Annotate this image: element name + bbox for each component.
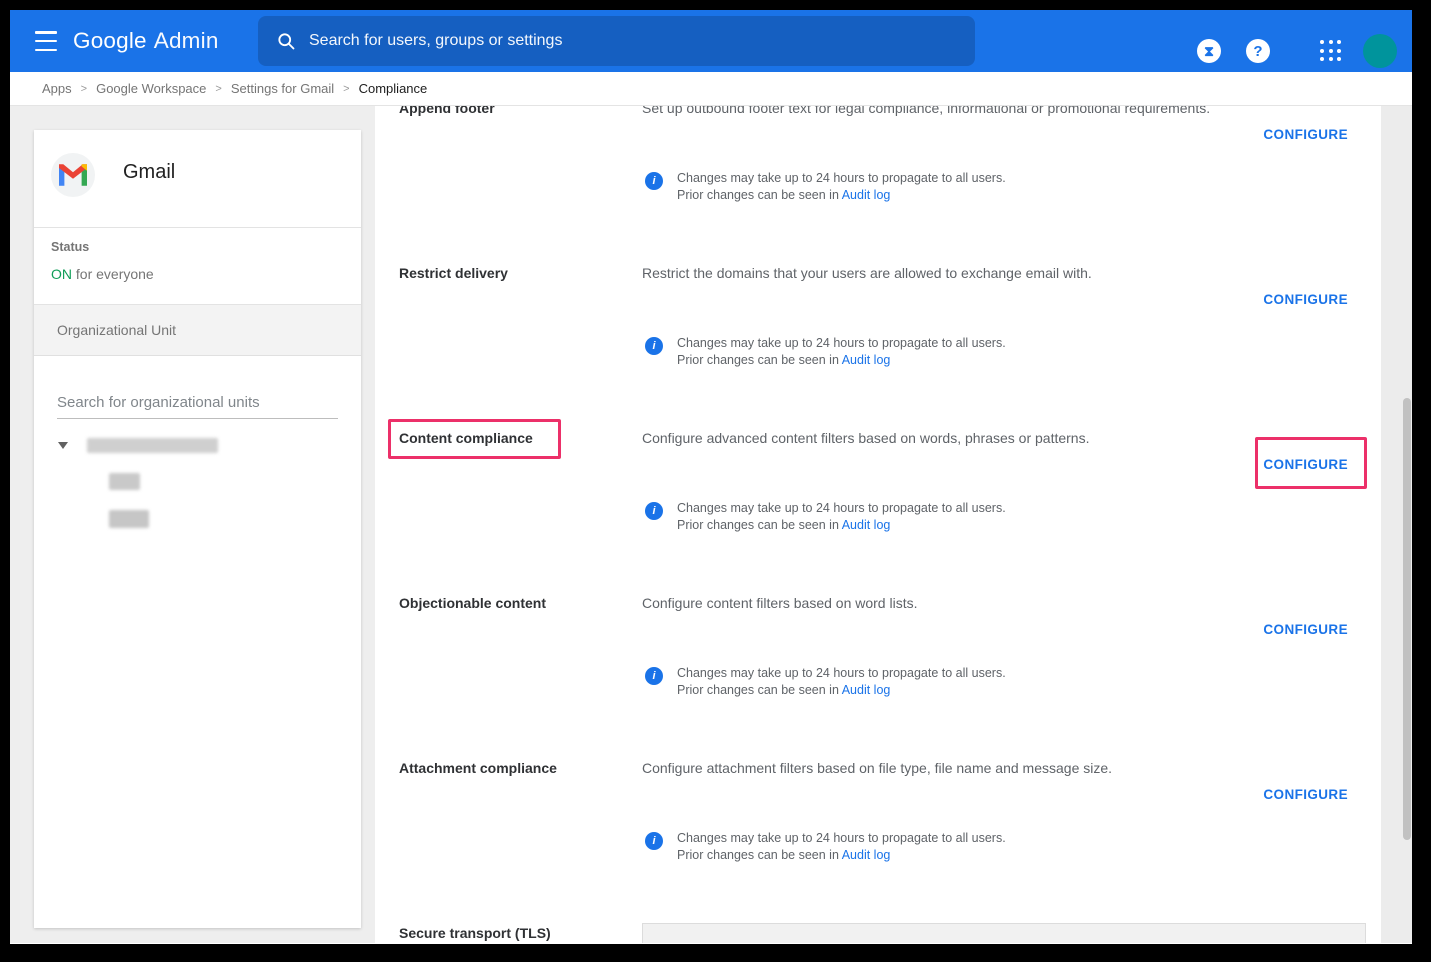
- service-title: Gmail: [123, 161, 175, 184]
- status-label: Status: [51, 240, 89, 254]
- breadcrumb-google-workspace[interactable]: Google Workspace: [96, 81, 206, 96]
- gmail-logo-icon: [51, 153, 95, 197]
- google-admin-logo[interactable]: Google Admin: [73, 10, 219, 72]
- menu-icon[interactable]: [35, 31, 57, 51]
- configure-button[interactable]: CONFIGURE: [1263, 787, 1348, 802]
- global-search-input[interactable]: [309, 32, 929, 50]
- setting-description: Configure advanced content filters based…: [642, 430, 1292, 446]
- configure-button[interactable]: CONFIGURE: [1263, 622, 1348, 637]
- note-line1: Changes may take up to 24 hours to propa…: [677, 500, 1006, 517]
- setting-description: Configure attachment filters based on fi…: [642, 760, 1292, 776]
- note-line2: Prior changes can be seen in Audit log: [677, 847, 1006, 864]
- status-on: ON: [51, 266, 72, 282]
- search-icon: [276, 31, 296, 51]
- chevron-right-icon: >: [343, 83, 349, 95]
- info-icon: i: [645, 667, 663, 685]
- scrollbar-thumb[interactable]: [1403, 398, 1411, 840]
- info-icon: i: [645, 172, 663, 190]
- pending-tasks-icon[interactable]: ⧗: [1197, 39, 1221, 63]
- setting-row: Content compliance Configure advanced co…: [375, 430, 1381, 595]
- setting-label: Secure transport (TLS) compliance: [399, 925, 629, 943]
- compliance-settings-panel: Append footer Set up outbound footer tex…: [375, 106, 1381, 943]
- org-unit-search-input[interactable]: [57, 394, 338, 419]
- org-unit-search: [34, 356, 361, 436]
- propagation-note: i Changes may take up to 24 hours to pro…: [645, 665, 1006, 699]
- help-icon[interactable]: ?: [1246, 39, 1270, 63]
- note-line1: Changes may take up to 24 hours to propa…: [677, 665, 1006, 682]
- setting-row: Secure transport (TLS) compliance CONFIG…: [375, 925, 1381, 943]
- breadcrumb: Apps > Google Workspace > Settings for G…: [10, 72, 1412, 106]
- audit-log-link[interactable]: Audit log: [842, 848, 891, 862]
- redacted-org-unit-root[interactable]: [87, 438, 218, 453]
- setting-row: Restrict delivery Restrict the domains t…: [375, 265, 1381, 430]
- setting-description: Set up outbound footer text for legal co…: [642, 106, 1292, 116]
- setting-row: Append footer Set up outbound footer tex…: [375, 106, 1381, 265]
- note-line2: Prior changes can be seen in Audit log: [677, 187, 1006, 204]
- settings-rows: Append footer Set up outbound footer tex…: [375, 106, 1381, 943]
- propagation-note: i Changes may take up to 24 hours to pro…: [645, 335, 1006, 369]
- brand-google: Google: [73, 28, 147, 54]
- google-apps-grid-icon[interactable]: [1319, 39, 1343, 63]
- setting-hover-box: [642, 923, 1366, 943]
- gmail-service-card: Gmail Status ON for everyone Organizatio…: [34, 130, 361, 928]
- app-bar: Google Admin ⧗ ?: [10, 10, 1412, 72]
- note-line2: Prior changes can be seen in Audit log: [677, 517, 1006, 534]
- info-icon: i: [645, 337, 663, 355]
- setting-label: Append footer: [399, 106, 629, 116]
- admin-console-window: Google Admin ⧗ ? Apps > Google Workspace…: [10, 10, 1412, 944]
- note-line2: Prior changes can be seen in Audit log: [677, 352, 1006, 369]
- setting-label: Content compliance: [399, 430, 629, 446]
- triangle-down-icon[interactable]: [58, 442, 68, 449]
- gmail-card-header: Gmail: [34, 130, 361, 228]
- configure-button[interactable]: CONFIGURE: [1263, 292, 1348, 307]
- breadcrumb-current-compliance: Compliance: [359, 81, 428, 96]
- redacted-org-unit-child[interactable]: [109, 510, 149, 528]
- setting-label: Restrict delivery: [399, 265, 629, 281]
- breadcrumb-settings-for-gmail[interactable]: Settings for Gmail: [231, 81, 334, 96]
- chevron-right-icon: >: [81, 83, 87, 95]
- redacted-org-unit-child[interactable]: [109, 473, 140, 490]
- note-line2: Prior changes can be seen in Audit log: [677, 682, 1006, 699]
- global-search-bar[interactable]: [258, 16, 975, 66]
- organizational-unit-header: Organizational Unit: [34, 305, 361, 356]
- audit-log-link[interactable]: Audit log: [842, 683, 891, 697]
- status-value: ON for everyone: [51, 266, 154, 282]
- setting-label: Attachment compliance: [399, 760, 629, 776]
- content-area: Gmail Status ON for everyone Organizatio…: [10, 106, 1412, 943]
- setting-description: Restrict the domains that your users are…: [642, 265, 1292, 281]
- configure-button[interactable]: CONFIGURE: [1263, 127, 1348, 142]
- scrollbar-track[interactable]: [1381, 106, 1412, 943]
- note-line1: Changes may take up to 24 hours to propa…: [677, 335, 1006, 352]
- note-line1: Changes may take up to 24 hours to propa…: [677, 830, 1006, 847]
- audit-log-link[interactable]: Audit log: [842, 188, 891, 202]
- setting-description: Configure content filters based on word …: [642, 595, 1292, 611]
- propagation-note: i Changes may take up to 24 hours to pro…: [645, 170, 1006, 204]
- audit-log-link[interactable]: Audit log: [842, 353, 891, 367]
- status-suffix: for everyone: [72, 266, 154, 282]
- configure-button[interactable]: CONFIGURE: [1263, 457, 1348, 472]
- account-avatar[interactable]: [1363, 34, 1397, 68]
- setting-row: Objectionable content Configure content …: [375, 595, 1381, 760]
- status-section: Status ON for everyone: [34, 228, 361, 305]
- propagation-note: i Changes may take up to 24 hours to pro…: [645, 830, 1006, 864]
- chevron-right-icon: >: [215, 83, 221, 95]
- setting-row: Attachment compliance Configure attachme…: [375, 760, 1381, 925]
- breadcrumb-apps[interactable]: Apps: [42, 81, 72, 96]
- brand-admin: Admin: [154, 28, 219, 54]
- note-line1: Changes may take up to 24 hours to propa…: [677, 170, 1006, 187]
- info-icon: i: [645, 502, 663, 520]
- setting-label: Objectionable content: [399, 595, 629, 611]
- audit-log-link[interactable]: Audit log: [842, 518, 891, 532]
- info-icon: i: [645, 832, 663, 850]
- propagation-note: i Changes may take up to 24 hours to pro…: [645, 500, 1006, 534]
